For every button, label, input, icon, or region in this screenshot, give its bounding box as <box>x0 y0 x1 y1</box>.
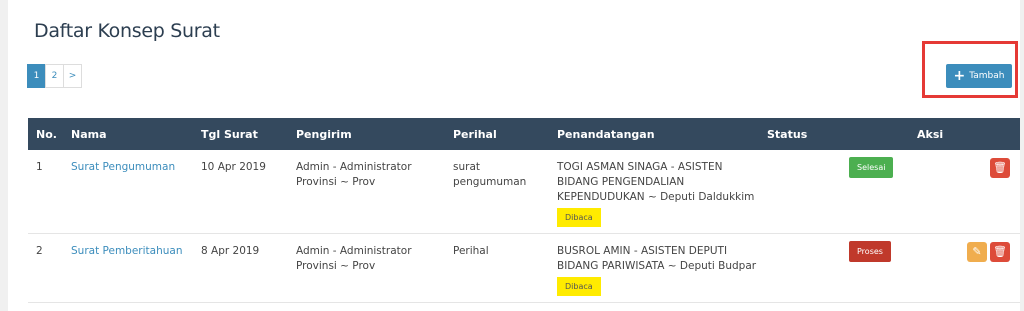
col-no: No. <box>36 127 57 141</box>
col-aksi: Aksi <box>917 127 944 141</box>
plus-icon: + <box>953 68 966 84</box>
row-actions: ✎ 🗑 <box>909 233 1020 303</box>
next-page-button[interactable]: > <box>63 64 82 88</box>
page-2-button[interactable]: 2 <box>45 64 64 88</box>
delete-button[interactable]: 🗑 <box>990 242 1010 262</box>
page-1-button[interactable]: 1 <box>27 64 46 88</box>
status-badge: Selesai <box>849 157 894 178</box>
col-tgl-surat[interactable]: Tgl Surat <box>193 118 288 150</box>
add-button[interactable]: + Tambah <box>946 64 1012 88</box>
read-badge: Dibaca <box>557 208 601 227</box>
col-nama[interactable]: Nama <box>63 118 193 150</box>
pagination: 1 2 > <box>27 64 82 88</box>
row-subject: surat pengumuman <box>445 150 549 234</box>
status-badge: Proses <box>849 241 891 262</box>
concept-letters-table: No. Nama Tgl Surat Pengirim Perihal Pena… <box>28 118 1020 303</box>
letter-name-link[interactable]: Surat Pemberitahuan <box>71 245 182 257</box>
page-title: Daftar Konsep Surat <box>34 20 220 42</box>
row-actions: 🗑 <box>909 150 1020 234</box>
row-date: 8 Apr 2019 <box>193 233 288 303</box>
letter-name-link[interactable]: Surat Pengumuman <box>71 161 175 173</box>
row-signer: BUSROL AMIN - ASISTEN DEPUTI BIDANG PARI… <box>557 245 757 272</box>
read-badge: Dibaca <box>557 277 601 296</box>
row-sender: Admin - Administrator Provinsi ~ Prov <box>288 150 445 234</box>
table-header: No. Nama Tgl Surat Pengirim Perihal Pena… <box>28 118 1020 150</box>
row-no: 2 <box>28 233 63 303</box>
col-perihal[interactable]: Perihal <box>445 118 549 150</box>
row-date: 10 Apr 2019 <box>193 150 288 234</box>
row-signer: TOGI ASMAN SINAGA - ASISTEN BIDANG PENGE… <box>557 161 755 203</box>
col-penandatangan[interactable]: Penandatangan <box>549 118 759 150</box>
add-button-label: Tambah <box>969 71 1005 81</box>
row-sender: Admin - Administrator Provinsi ~ Prov <box>288 233 445 303</box>
row-subject: Perihal <box>445 233 549 303</box>
table-row: 2 Surat Pemberitahuan 8 Apr 2019 Admin -… <box>28 233 1020 303</box>
col-status[interactable]: Status <box>759 118 909 150</box>
row-no: 1 <box>28 150 63 234</box>
edit-button[interactable]: ✎ <box>967 242 987 262</box>
delete-button[interactable]: 🗑 <box>990 158 1010 178</box>
col-pengirim[interactable]: Pengirim <box>288 118 445 150</box>
table-row: 1 Surat Pengumuman 10 Apr 2019 Admin - A… <box>28 150 1020 234</box>
